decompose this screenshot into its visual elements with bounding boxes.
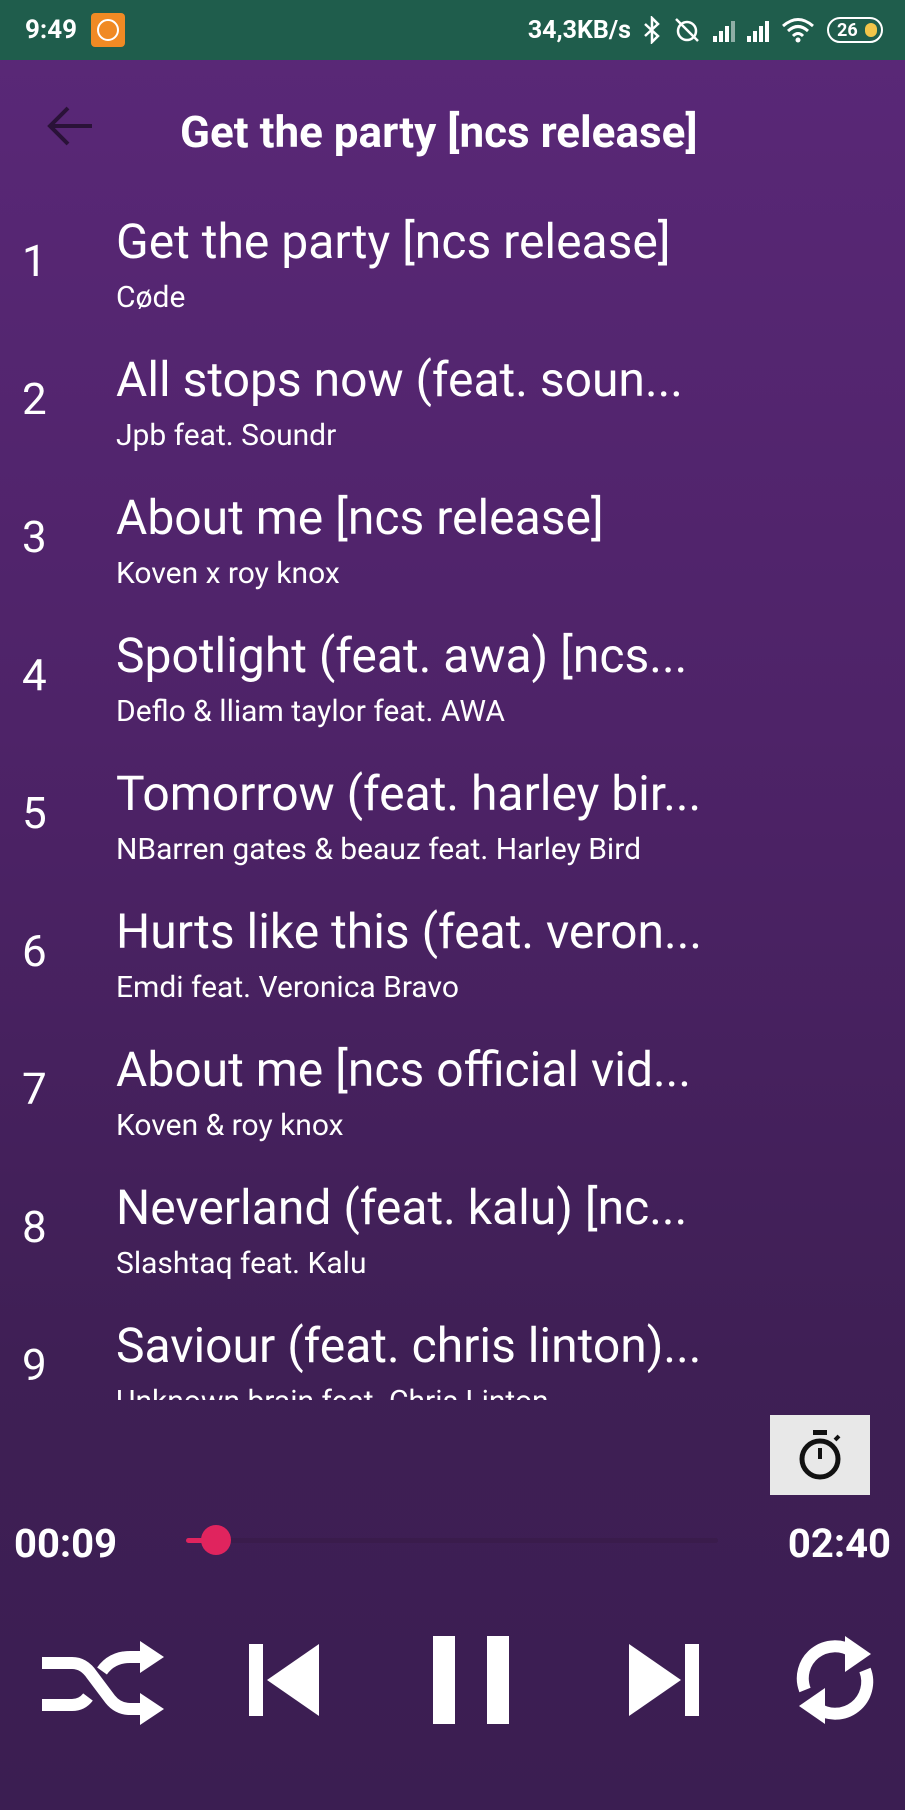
signal-strength-icon [713,18,735,42]
shuffle-icon [42,1641,164,1725]
header: Get the party [ncs release] [0,60,905,205]
back-button[interactable] [40,100,102,152]
track-title: About me [ncs official vid... [116,1041,691,1098]
track-number: 8 [22,1201,47,1253]
track-item-2[interactable]: 2 All stops now (feat. soun... Jpb feat.… [0,343,905,481]
status-time: 9:49 [25,15,78,45]
track-number: 4 [22,649,47,701]
track-title: Hurts like this (feat. veron... [116,903,703,960]
network-speed: 34,3KB/s [527,15,631,45]
track-number: 6 [22,925,47,977]
track-title: Saviour (feat. chris linton)... [116,1317,702,1374]
track-number: 3 [22,511,47,563]
track-item-3[interactable]: 3 About me [ncs release] Koven x roy kno… [0,481,905,619]
track-artist: Unknown brain feat. Chris Linton [116,1384,549,1400]
total-time: 02:40 [787,1520,891,1567]
track-item-9[interactable]: 9 Saviour (feat. chris linton)... Unknow… [0,1309,905,1400]
signal-strength-icon-2 [747,18,769,42]
sleep-timer-button[interactable] [770,1415,870,1495]
track-artist: Jpb feat. Soundr [116,418,337,453]
track-artist: Slashtaq feat. Kalu [116,1246,367,1281]
track-item-7[interactable]: 7 About me [ncs official vid... Koven & … [0,1033,905,1171]
skip-next-icon [629,1644,699,1716]
alarm-off-icon [675,18,699,42]
track-artist: Cøde [116,280,186,315]
pause-icon [433,1636,509,1724]
notification-app-icon [91,13,126,47]
next-button[interactable] [600,1620,730,1740]
track-artist: Koven & roy knox [116,1108,344,1143]
track-title: All stops now (feat. soun... [116,351,683,408]
battery-icon: 26 [827,17,883,43]
track-item-5[interactable]: 5 Tomorrow (feat. harley bir... NBarren … [0,757,905,895]
repeat-icon [796,1636,874,1724]
track-title: Tomorrow (feat. harley bir... [116,765,702,822]
track-title: Spotlight (feat. awa) [ncs... [116,627,688,684]
elapsed-time: 00:09 [14,1520,118,1567]
page-title: Get the party [ncs release] [180,106,698,158]
seek-bar[interactable] [186,1525,718,1555]
wifi-icon [782,18,814,43]
playback-controls [0,1620,905,1740]
track-item-1[interactable]: 1 Get the party [ncs release] Cøde [0,205,905,343]
track-artist: Deflo & lliam taylor feat. AWA [116,694,505,729]
previous-button[interactable] [218,1620,348,1740]
track-title: Get the party [ncs release] [116,213,671,270]
pause-button[interactable] [406,1620,536,1740]
skip-previous-icon [249,1644,319,1716]
status-indicators: 34,3KB/s 26 [528,0,883,60]
track-list[interactable]: 1 Get the party [ncs release] Cøde 2 All… [0,205,905,1400]
track-number: 9 [22,1339,47,1391]
track-number: 5 [22,787,47,839]
bluetooth-icon [644,16,660,44]
track-number: 2 [22,373,47,425]
track-title: About me [ncs release] [116,489,604,546]
status-bar: 9:49 34,3KB/s 26 [0,0,905,60]
battery-level: 26 [837,19,858,41]
track-item-4[interactable]: 4 Spotlight (feat. awa) [ncs... Deflo & … [0,619,905,757]
track-number: 1 [22,235,47,287]
repeat-button[interactable] [770,1620,900,1740]
stopwatch-icon [799,1430,841,1480]
track-artist: Emdi feat. Veronica Bravo [116,970,459,1005]
track-artist: Koven x roy knox [116,556,340,591]
arrow-left-icon [47,106,92,146]
track-item-8[interactable]: 8 Neverland (feat. kalu) [nc... Slashtaq… [0,1171,905,1309]
track-item-6[interactable]: 6 Hurts like this (feat. veron... Emdi f… [0,895,905,1033]
track-title: Neverland (feat. kalu) [nc... [116,1179,688,1236]
track-number: 7 [22,1063,47,1115]
track-artist: NBarren gates & beauz feat. Harley Bird [116,832,642,867]
shuffle-button[interactable] [38,1620,168,1740]
seek-bar-thumb[interactable] [200,1525,231,1555]
